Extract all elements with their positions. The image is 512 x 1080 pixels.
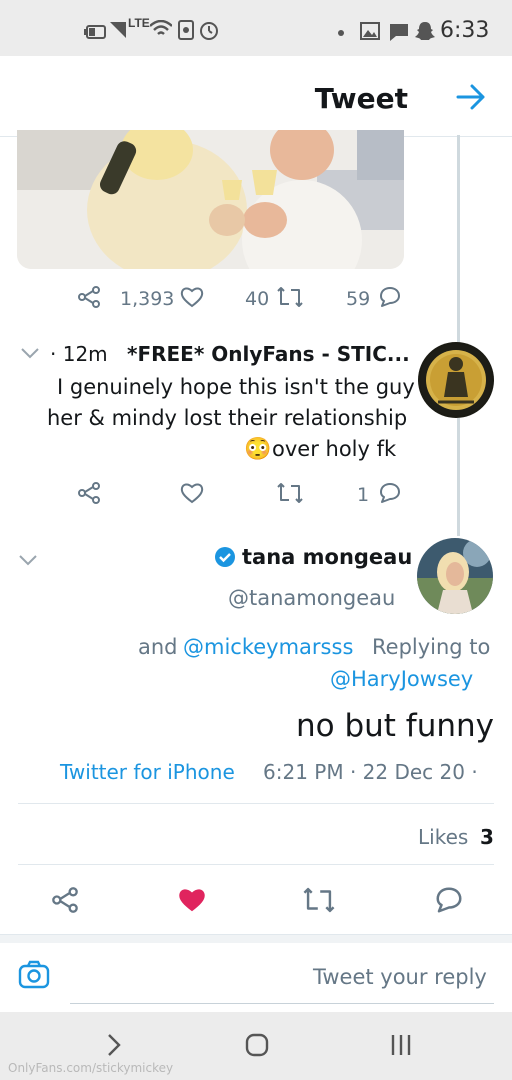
tweet-text-line: over holy fk [272, 437, 397, 461]
chevron-down-icon[interactable] [18, 553, 38, 571]
author-name[interactable]: *FREE* OnlyFans - STIC... [127, 339, 410, 370]
reply-count: 1 [357, 484, 370, 506]
signal-icon [110, 22, 126, 42]
watermark-text: OnlyFans.com/stickymickey [8, 1061, 174, 1075]
retweet-count: 40 [245, 288, 270, 310]
divider [18, 864, 494, 865]
retweet-icon[interactable] [276, 482, 304, 509]
tweet-body: no but funny [296, 708, 495, 744]
likes-label: Likes [418, 825, 469, 849]
tweet-time: · 12m [50, 342, 108, 366]
notification-dot-icon [338, 30, 344, 36]
replying-to-label: Replying to [372, 635, 491, 659]
mention-link[interactable]: @HaryJowsey [330, 664, 473, 695]
tweet-media-image[interactable] [17, 130, 404, 269]
retweet-icon[interactable] [276, 286, 304, 313]
alarm-icon [198, 19, 220, 46]
page-title: Tweet [314, 82, 408, 115]
reply-icon[interactable] [434, 886, 464, 919]
author-handle[interactable]: @tanamongeau [228, 583, 395, 614]
chevron-down-icon[interactable] [20, 346, 40, 364]
avatar[interactable] [418, 342, 494, 418]
thread-line [457, 135, 460, 342]
retweet-icon[interactable] [302, 886, 336, 919]
author-name[interactable]: tana mongeau [242, 542, 412, 573]
like-icon[interactable] [180, 286, 204, 313]
mention-link[interactable]: @mickeymarsss [183, 632, 353, 663]
snapchat-icon [414, 20, 436, 47]
reply-icon[interactable] [378, 482, 402, 509]
wifi-icon [149, 19, 173, 43]
reply-icon[interactable] [378, 286, 402, 313]
data-saver-icon [178, 20, 194, 45]
reply-count: 59 [346, 288, 371, 310]
tweet-source-link[interactable]: Twitter for iPhone [60, 757, 235, 788]
camera-icon[interactable] [18, 960, 50, 995]
flushed-emoji-icon: 😳 [244, 436, 272, 461]
back-nav-icon[interactable] [106, 1033, 122, 1062]
reply-input[interactable]: Tweet your reply [313, 962, 487, 993]
like-icon[interactable] [180, 482, 204, 509]
likes-count[interactable]: 3 [480, 822, 494, 853]
divider [18, 803, 494, 804]
tweet-text-line: I genuinely hope this isn't the guy [57, 375, 415, 399]
verified-badge-icon [214, 546, 236, 573]
reply-input-underline [70, 1003, 494, 1004]
share-icon[interactable] [77, 285, 101, 314]
clock: 6:33 [440, 18, 490, 43]
share-icon[interactable] [77, 481, 101, 510]
replying-to-and: and [138, 635, 178, 659]
app-header [0, 56, 512, 137]
share-icon[interactable] [51, 886, 79, 919]
image-notification-icon [360, 22, 380, 45]
tweet-text-line: her & mindy lost their relationship [47, 406, 408, 430]
like-count: 1,393 [120, 288, 175, 310]
battery-icon [84, 20, 106, 44]
liked-heart-icon[interactable] [177, 886, 207, 919]
message-notification-icon [388, 22, 410, 47]
status-bar: LTE 6:33 [0, 0, 512, 56]
avatar[interactable] [417, 538, 493, 614]
network-type: LTE [128, 16, 150, 30]
tweet-timestamp: 6:21 PM · 22 Dec 20 · [263, 760, 478, 784]
home-nav-icon[interactable] [245, 1033, 269, 1062]
back-arrow-icon[interactable] [456, 84, 486, 115]
recents-nav-icon[interactable] [389, 1034, 413, 1061]
thread-line [457, 418, 460, 536]
section-separator [0, 934, 512, 943]
